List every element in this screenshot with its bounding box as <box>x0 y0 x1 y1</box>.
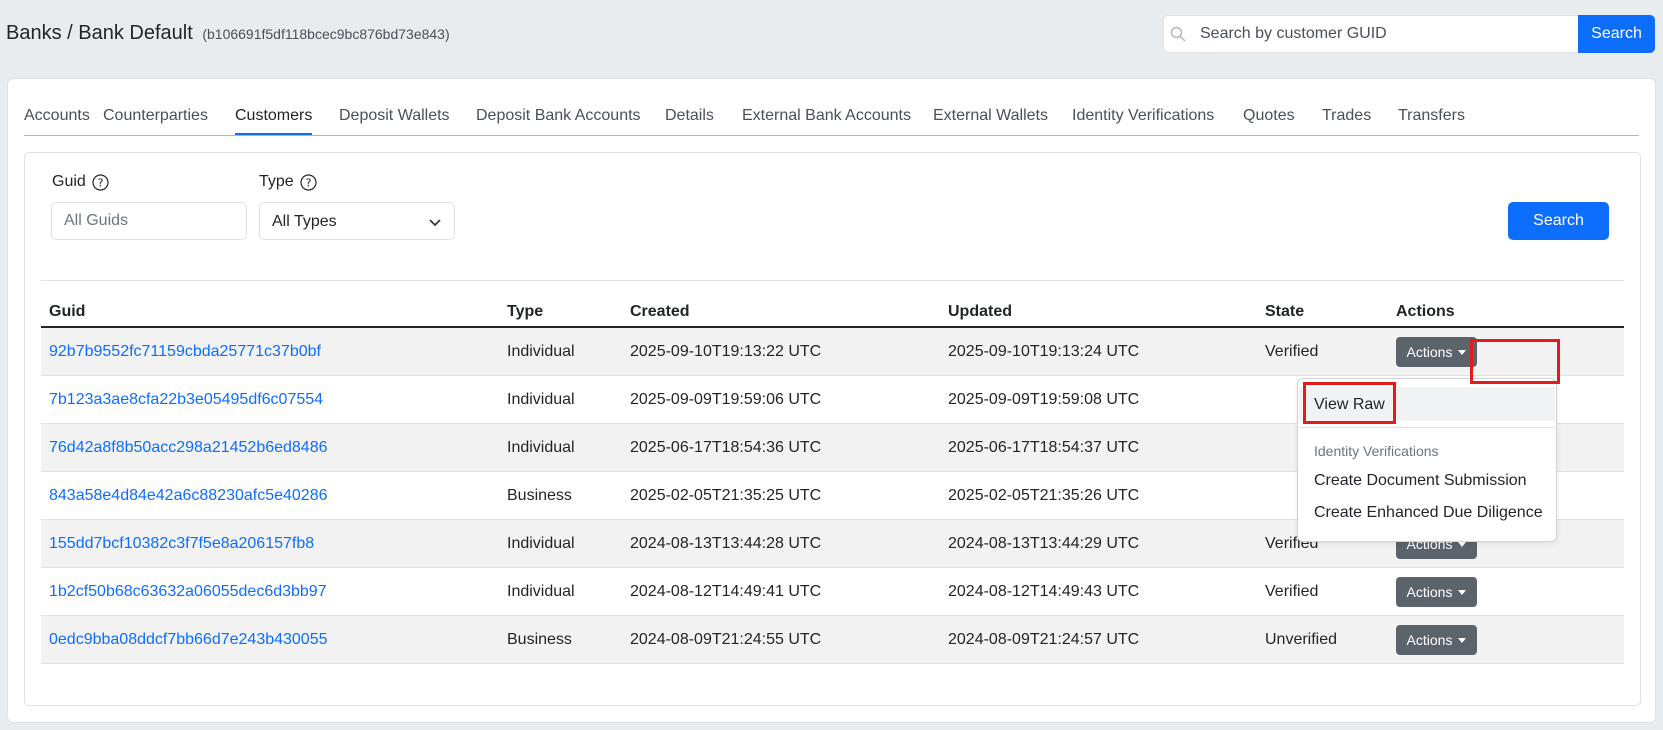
updated-cell: 2024-08-13T13:44:29 UTC <box>948 535 1140 552</box>
actions-dropdown-menu: View Raw Identity Verifications Create D… <box>1297 378 1557 542</box>
type-cell: Individual <box>507 583 575 600</box>
table-row: 1b2cf50b68c63632a06055dec6d3bb97 Individ… <box>41 568 1624 616</box>
col-updated: Updated <box>948 303 1012 320</box>
tab-identity-verifications[interactable]: Identity Verifications <box>1072 107 1214 125</box>
create-enhanced-due-diligence-item[interactable]: Create Enhanced Due Diligence <box>1314 504 1543 522</box>
guid-link[interactable]: 1b2cf50b68c63632a06055dec6d3bb97 <box>49 583 327 601</box>
tab-counterparties[interactable]: Counterparties <box>103 107 208 125</box>
caret-down-icon <box>1458 637 1467 643</box>
dropdown-divider <box>1299 427 1555 428</box>
actions-label: Actions <box>1406 584 1453 600</box>
type-cell: Individual <box>507 535 575 552</box>
guid-link[interactable]: 0edc9bba08ddcf7bb66d7e243b430055 <box>49 631 328 649</box>
actions-button[interactable]: Actions <box>1396 625 1477 655</box>
chevron-down-icon <box>429 219 441 227</box>
table-row: 0edc9bba08ddcf7bb66d7e243b430055 Busines… <box>41 616 1624 664</box>
state-cell: Verified <box>1265 343 1319 360</box>
bank-id: (b106691f5df118bcec9bc876bd73e843) <box>202 26 450 42</box>
guid-link[interactable]: 155dd7bcf10382c3f7f5e8a206157fb8 <box>49 535 314 553</box>
dropdown-section-header: Identity Verifications <box>1314 443 1439 459</box>
updated-cell: 2025-06-17T18:54:37 UTC <box>948 439 1140 456</box>
type-filter-label: Type ? <box>259 173 317 191</box>
updated-cell: 2024-08-12T14:49:43 UTC <box>948 583 1140 600</box>
caret-down-icon <box>1458 589 1467 595</box>
col-state: State <box>1265 303 1305 320</box>
tab-details[interactable]: Details <box>665 107 714 125</box>
guid-link[interactable]: 92b7b9552fc71159cbda25771c37b0bf <box>49 343 321 361</box>
guid-link[interactable]: 7b123a3ae8cfa22b3e05495df6c07554 <box>49 391 323 409</box>
guid-link[interactable]: 76d42a8f8b50acc298a21452b6ed8486 <box>49 439 328 457</box>
type-filter-select[interactable]: All Types <box>259 202 455 240</box>
type-label-text: Type <box>259 173 294 190</box>
actions-label: Actions <box>1406 632 1453 648</box>
tab-trades[interactable]: Trades <box>1322 107 1371 125</box>
col-actions: Actions <box>1396 303 1455 320</box>
created-cell: 2024-08-12T14:49:41 UTC <box>630 583 822 600</box>
caret-down-icon <box>1458 541 1467 547</box>
guid-filter-input[interactable] <box>51 202 247 240</box>
customer-search: Search <box>1163 15 1655 53</box>
created-cell: 2024-08-13T13:44:28 UTC <box>630 535 822 552</box>
filter-search-button[interactable]: Search <box>1508 202 1609 240</box>
customer-search-wrap <box>1163 15 1578 53</box>
type-cell: Individual <box>507 439 575 456</box>
state-cell: Unverified <box>1265 631 1338 648</box>
created-cell: 2024-08-09T21:24:55 UTC <box>630 631 822 648</box>
tab-transfers[interactable]: Transfers <box>1398 107 1465 125</box>
col-created: Created <box>630 303 690 320</box>
created-cell: 2025-09-09T19:59:06 UTC <box>630 391 822 408</box>
guid-filter-label: Guid ? <box>52 173 109 191</box>
tab-accounts[interactable]: Accounts <box>24 107 90 125</box>
svg-text:?: ? <box>97 176 103 189</box>
customer-search-button[interactable]: Search <box>1578 15 1655 53</box>
breadcrumb: Banks / Bank Default <box>6 22 193 44</box>
guid-link[interactable]: 843a58e4d84e42a6c88230afc5e40286 <box>49 487 328 505</box>
caret-down-icon <box>1458 349 1467 355</box>
view-raw-item[interactable]: View Raw <box>1314 396 1385 414</box>
table-row: 92b7b9552fc71159cbda25771c37b0bf Individ… <box>41 328 1624 376</box>
state-cell: Verified <box>1265 583 1319 600</box>
tab-customers[interactable]: Customers <box>235 107 313 135</box>
actions-button[interactable]: Actions <box>1396 337 1477 367</box>
updated-cell: 2024-08-09T21:24:57 UTC <box>948 631 1140 648</box>
created-cell: 2025-02-05T21:35:25 UTC <box>630 487 822 504</box>
tab-deposit-bank-accounts[interactable]: Deposit Bank Accounts <box>476 107 641 125</box>
customer-search-input[interactable] <box>1198 16 1578 52</box>
table-header: Guid Type Created Updated State Actions <box>41 293 1624 328</box>
tab-quotes[interactable]: Quotes <box>1243 107 1295 125</box>
tab-external-bank-accounts[interactable]: External Bank Accounts <box>742 107 911 125</box>
actions-button[interactable]: Actions <box>1396 577 1477 607</box>
col-type: Type <box>507 303 544 320</box>
type-cell: Business <box>507 487 572 504</box>
updated-cell: 2025-02-05T21:35:26 UTC <box>948 487 1140 504</box>
col-guid: Guid <box>49 303 86 320</box>
svg-text:?: ? <box>305 176 311 189</box>
search-icon <box>1170 26 1186 42</box>
created-cell: 2025-06-17T18:54:36 UTC <box>630 439 822 456</box>
type-cell: Individual <box>507 391 575 408</box>
help-icon[interactable]: ? <box>92 173 109 191</box>
updated-cell: 2025-09-09T19:59:08 UTC <box>948 391 1140 408</box>
type-cell: Business <box>507 631 572 648</box>
tab-external-wallets[interactable]: External Wallets <box>933 107 1048 125</box>
updated-cell: 2025-09-10T19:13:24 UTC <box>948 343 1140 360</box>
type-selected-value: All Types <box>272 213 337 230</box>
guid-label-text: Guid <box>52 173 86 190</box>
actions-label: Actions <box>1406 344 1453 360</box>
page-title: Banks / Bank Default (b106691f5df118bcec… <box>6 22 450 45</box>
created-cell: 2025-09-10T19:13:22 UTC <box>630 343 822 360</box>
tab-bar: Accounts Counterparties Customers Deposi… <box>24 107 1639 136</box>
tab-deposit-wallets[interactable]: Deposit Wallets <box>339 107 450 125</box>
help-icon[interactable]: ? <box>300 173 317 191</box>
type-cell: Individual <box>507 343 575 360</box>
create-document-submission-item[interactable]: Create Document Submission <box>1314 472 1527 490</box>
divider <box>41 280 1624 281</box>
